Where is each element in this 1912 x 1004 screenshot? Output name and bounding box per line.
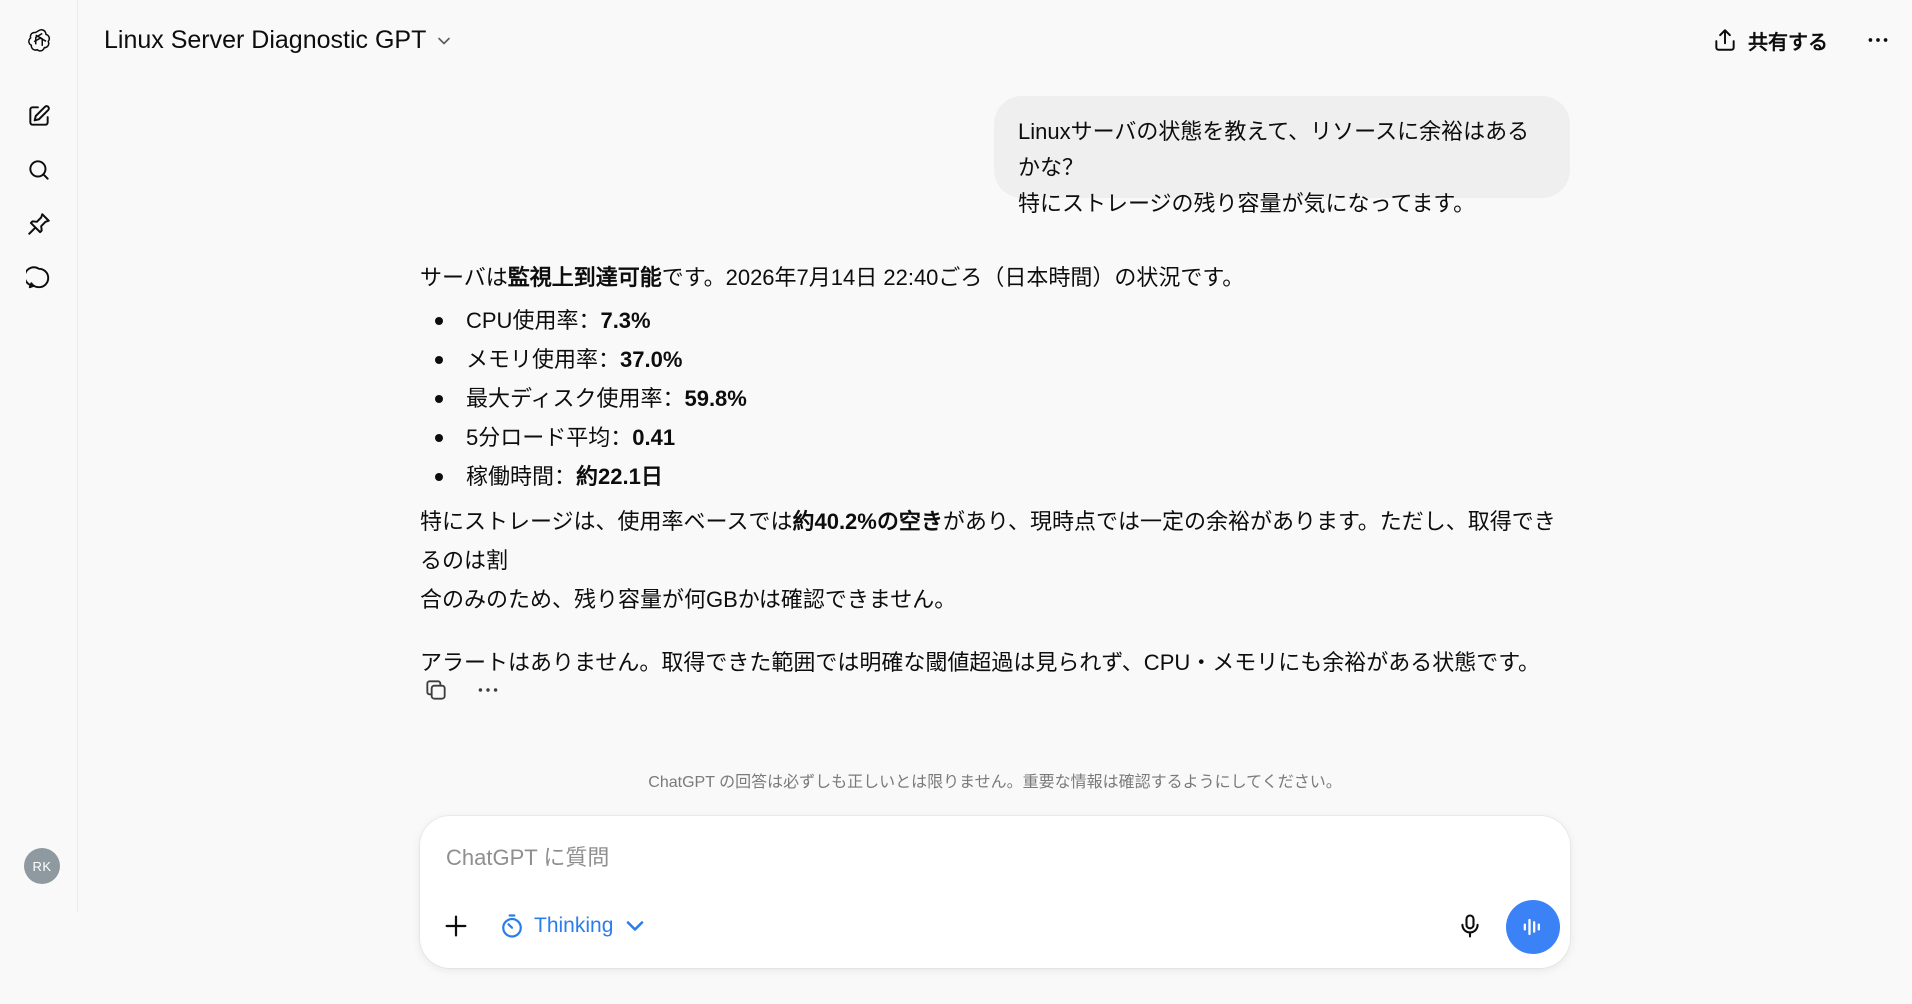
list-item: CPU使用率：7.3% (420, 301, 1570, 340)
metric-label: CPU使用率： (466, 308, 601, 333)
more-options-button[interactable] (1858, 20, 1898, 60)
chevron-down-icon (438, 37, 451, 45)
metric-value: 約22.1日 (576, 464, 663, 489)
voice-mode-button[interactable] (1506, 900, 1560, 954)
metric-value: 0.41 (632, 425, 676, 450)
microphone-icon (1461, 914, 1479, 938)
metric-label: 5分ロード平均： (466, 425, 633, 450)
share-icon (1715, 29, 1735, 51)
thinking-mode-button[interactable]: Thinking (492, 906, 655, 946)
more-horizontal-icon (478, 688, 498, 692)
metrics-list: CPU使用率：7.3% メモリ使用率：37.0% 最大ディスク使用率：59.8%… (420, 301, 1570, 496)
message-more-button[interactable] (468, 670, 508, 710)
waveform-icon (1523, 918, 1540, 936)
copy-button[interactable] (416, 670, 456, 710)
intro-text: サーバは (420, 265, 508, 290)
alert-paragraph: アラートはありません。取得できた範囲では明確な閾値超過は見られず、CPU・メモリ… (420, 650, 1541, 675)
gpt-title-selector[interactable]: Linux Server Diagnostic GPT (104, 20, 454, 60)
user-message-line: 特にストレージの残り容量が気になってます。 (1018, 191, 1476, 216)
copy-icon (426, 680, 446, 700)
user-message-bubble: Linuxサーバの状態を教えて、リソースに余裕はあるかな？ 特にストレージの残り… (994, 96, 1570, 216)
app-root: RK Linux Server Diagnostic GPT 共有する Linu… (0, 0, 1912, 1004)
disclaimer-text: ChatGPT の回答は必ずしも正しいとは限りません。重要な情報は確認するように… (648, 774, 1342, 791)
add-attachment-button[interactable] (436, 906, 476, 946)
storage-text: 合のみのため、残り容量が何GBかは確認できません。 (420, 587, 957, 612)
new-chat-icon[interactable] (19, 96, 59, 136)
storage-bold: 約40.2%の空き (792, 509, 943, 534)
metric-label: メモリ使用率： (466, 347, 621, 372)
top-header: Linux Server Diagnostic GPT 共有する (78, 0, 1912, 80)
share-button[interactable]: 共有する (1712, 20, 1828, 60)
storage-text: 特にストレージは、使用率ベースでは (420, 509, 793, 534)
user-message-line: Linuxサーバの状態を教えて、リソースに余裕はあるかな？ (1018, 119, 1530, 180)
thinking-label: Thinking (534, 914, 614, 937)
chevron-down-icon (627, 921, 644, 931)
list-item: メモリ使用率：37.0% (420, 340, 1570, 379)
timer-icon (502, 914, 522, 938)
metric-label: 稼働時間： (466, 464, 577, 489)
intro-text: です。2026年7月14日 22:40ごろ（日本時間）の状況です。 (661, 265, 1245, 290)
message-actions (416, 670, 508, 710)
assistant-message: サーバは監視上到達可能です。2026年7月14日 22:40ごろ（日本時間）の状… (420, 258, 1570, 682)
list-item: 稼働時間：約22.1日 (420, 457, 1570, 496)
openai-logo-icon[interactable] (19, 20, 59, 60)
sidebar-rail: RK (0, 0, 78, 912)
storage-paragraph: 特にストレージは、使用率ベースでは約40.2%の空きがあり、現時点では一定の余裕… (420, 502, 1570, 619)
assistant-intro: サーバは監視上到達可能です。2026年7月14日 22:40ごろ（日本時間）の状… (420, 258, 1570, 297)
pin-icon[interactable] (19, 204, 59, 244)
metric-value: 37.0% (620, 347, 683, 372)
share-label: 共有する (1748, 31, 1828, 54)
metric-value: 59.8% (684, 386, 747, 411)
microphone-button[interactable] (1450, 906, 1490, 946)
composer: Thinking (420, 816, 1570, 968)
plus-icon (445, 915, 467, 937)
search-icon[interactable] (19, 150, 59, 190)
list-item: 最大ディスク使用率：59.8% (420, 379, 1570, 418)
metric-value: 7.3% (600, 308, 651, 333)
list-item: 5分ロード平均：0.41 (420, 418, 1570, 457)
avatar[interactable]: RK (24, 848, 60, 884)
chat-bubble-icon[interactable] (19, 258, 59, 298)
prompt-input[interactable] (446, 838, 1526, 878)
page-title: Linux Server Diagnostic GPT (104, 25, 427, 54)
avatar-initials: RK (32, 858, 52, 874)
intro-bold: 監視上到達可能 (507, 265, 662, 290)
more-horizontal-icon (1868, 38, 1888, 42)
metric-label: 最大ディスク使用率： (466, 386, 685, 411)
